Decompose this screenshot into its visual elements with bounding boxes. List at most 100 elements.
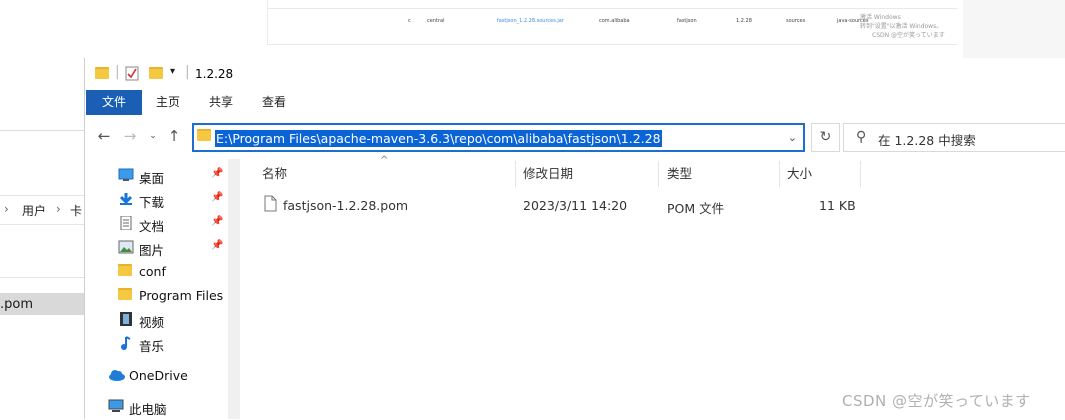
tab-share[interactable]: 共享 — [198, 90, 244, 115]
window-title: 1.2.28 — [195, 67, 234, 81]
column-header-modified[interactable]: 修改日期 — [523, 159, 573, 189]
bg-divider — [267, 8, 957, 9]
pin-icon[interactable]: 📌 — [211, 240, 223, 251]
bg-cell-link[interactable]: fastjson_1.2.28.sources.jar — [497, 18, 564, 24]
background-browser-margin — [963, 0, 1065, 58]
forward-arrow-icon[interactable]: → — [121, 127, 139, 145]
file-modified: 2023/3/11 14:20 — [523, 198, 628, 213]
navigation-pane: 桌面 📌 下载 📌 文档 📌 图片 📌 conf Program Files 视… — [85, 159, 241, 419]
bg-divider — [267, 0, 268, 44]
folder-icon — [118, 288, 134, 302]
nav-item-conf[interactable]: conf — [105, 260, 230, 282]
customize-toolbar-icon[interactable]: ▾ — [170, 66, 175, 77]
nav-item-program-files[interactable]: Program Files — [105, 284, 230, 306]
background-table-row: c central fastjson_1.2.28.sources.jar co… — [405, 16, 930, 28]
search-placeholder: 在 1.2.28 中搜索 — [878, 133, 976, 148]
tab-file[interactable]: 文件 — [86, 90, 142, 115]
pin-icon[interactable]: 📌 — [211, 192, 223, 203]
column-header-type[interactable]: 类型 — [667, 159, 692, 189]
nav-label: 图片 — [139, 243, 165, 258]
nav-item-onedrive[interactable]: OneDrive — [95, 364, 220, 386]
address-path[interactable]: E:\Program Files\apache-maven-3.6.3\repo… — [215, 130, 662, 147]
nav-item-videos[interactable]: 视频 — [105, 308, 230, 330]
column-divider[interactable] — [515, 161, 516, 187]
chevron-right-icon: › — [4, 202, 9, 216]
separator: | — [185, 64, 190, 80]
nav-item-music[interactable]: 音乐 — [105, 332, 230, 354]
file-type: POM 文件 — [667, 201, 725, 216]
csdn-watermark: CSDN @空が笑っています — [842, 392, 1031, 410]
music-icon — [118, 336, 134, 350]
nav-label: 下载 — [139, 195, 165, 210]
breadcrumb-users[interactable]: 用户 — [22, 202, 46, 219]
nav-item-downloads[interactable]: 下载 📌 — [105, 188, 230, 210]
chevron-down-icon[interactable]: ⌄ — [788, 131, 797, 144]
nav-label: Program Files — [139, 288, 224, 303]
file-size: 11 KB — [819, 198, 856, 213]
tab-view[interactable]: 查看 — [251, 90, 297, 115]
folder-icon — [95, 67, 109, 82]
bg-cell: central — [427, 18, 445, 24]
nav-label: conf — [139, 264, 166, 279]
address-bar[interactable]: E:\Program Files\apache-maven-3.6.3\repo… — [192, 123, 805, 152]
divider — [0, 277, 84, 278]
nav-label: 音乐 — [139, 339, 165, 354]
column-divider[interactable] — [658, 161, 659, 187]
refresh-button[interactable]: ↻ — [811, 123, 840, 152]
title-bar: | ▾ | 1.2.28 — [85, 58, 1065, 90]
file-name: fastjson-1.2.28.pom — [283, 198, 409, 213]
up-arrow-icon[interactable]: ↑ — [165, 127, 183, 145]
search-box[interactable]: ⚲ 在 1.2.28 中搜索 — [843, 123, 1065, 152]
file-icon — [264, 195, 277, 215]
refresh-icon: ↻ — [819, 129, 832, 145]
bg-cell: sources — [786, 18, 806, 24]
file-explorer-window: | ▾ | 1.2.28 文件 主页 共享 查看 ← → ⌄ ↑ E:\Prog… — [84, 58, 1065, 419]
activate-windows-watermark: 激活 Windows 转到"设置"以激活 Windows。 CSDN @空が笑っ… — [860, 13, 945, 40]
properties-icon[interactable] — [125, 66, 139, 84]
column-divider[interactable] — [860, 161, 861, 187]
ribbon-tabs: 文件 主页 共享 查看 — [85, 90, 1065, 116]
back-arrow-icon[interactable]: ← — [95, 127, 113, 145]
nav-item-this-pc[interactable]: 此电脑 — [95, 395, 220, 417]
video-icon — [118, 312, 134, 326]
bg-cell: 1.2.28 — [736, 18, 752, 24]
background-selected-file[interactable]: .pom — [0, 293, 84, 315]
column-divider[interactable] — [779, 161, 780, 187]
new-folder-icon[interactable] — [149, 67, 163, 82]
folder-icon — [197, 129, 211, 144]
search-icon: ⚲ — [856, 129, 867, 145]
column-header-size[interactable]: 大小 — [787, 159, 812, 189]
tab-home[interactable]: 主页 — [145, 90, 191, 115]
sort-ascending-icon: ^ — [380, 155, 389, 166]
column-header-name[interactable]: 名称 — [262, 159, 287, 189]
file-name: .pom — [0, 297, 34, 312]
bg-cell: com.alibaba — [599, 18, 630, 24]
nav-item-documents[interactable]: 文档 📌 — [105, 212, 230, 234]
chevron-right-icon: › — [56, 202, 61, 216]
recent-locations-icon[interactable]: ⌄ — [144, 127, 162, 145]
background-explorer-window: › 用户 › 卡 .pom — [0, 130, 84, 420]
bg-divider — [267, 44, 957, 45]
nav-label: 视频 — [139, 315, 165, 330]
watermark-line: CSDN @空が笑っています — [872, 32, 945, 39]
breadcrumb-user[interactable]: 卡 — [70, 202, 82, 219]
file-list: ^ 名称 修改日期 类型 大小 fastjson-1.2.28.pom 2023… — [242, 155, 1065, 419]
background-breadcrumb: › 用户 › 卡 — [0, 195, 84, 225]
folder-icon — [118, 264, 134, 278]
nav-item-desktop[interactable]: 桌面 📌 — [105, 164, 230, 186]
onedrive-icon — [108, 368, 125, 382]
pictures-icon — [118, 240, 134, 254]
navigation-pane-scrollbar[interactable] — [228, 159, 240, 419]
pin-icon[interactable]: 📌 — [211, 216, 223, 227]
desktop-icon — [118, 168, 134, 182]
bg-cell: fastjson — [677, 18, 697, 24]
nav-item-pictures[interactable]: 图片 📌 — [105, 236, 230, 258]
navigation-bar: ← → ⌄ ↑ E:\Program Files\apache-maven-3.… — [85, 115, 1065, 159]
this-pc-icon — [108, 399, 124, 413]
nav-label: OneDrive — [129, 368, 188, 383]
pin-icon[interactable]: 📌 — [211, 168, 223, 179]
nav-label: 桌面 — [139, 171, 165, 186]
watermark-line: 转到"设置"以激活 Windows。 — [860, 23, 943, 30]
bg-cell: c — [408, 18, 411, 24]
nav-label: 文档 — [139, 219, 165, 234]
